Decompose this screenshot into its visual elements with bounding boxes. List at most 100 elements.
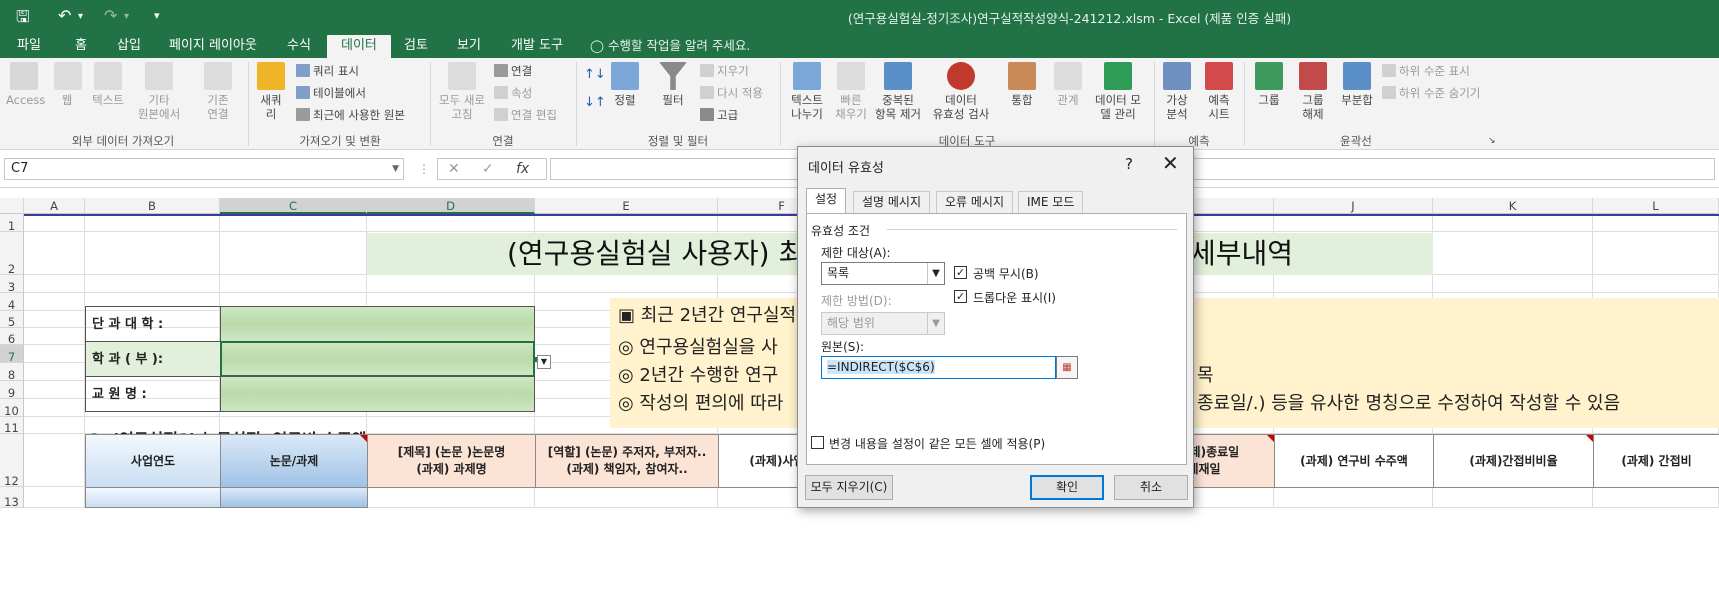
grid-cell[interactable] [220,214,367,232]
column-header[interactable]: J [1274,198,1433,214]
clear-filter-button[interactable]: 지우기 [700,64,749,78]
new-query-button[interactable]: 새쿼 리 [254,62,288,121]
column-header[interactable]: C [220,198,367,214]
allow-select[interactable]: 목록 ▼ [821,262,945,285]
properties-button[interactable]: 속성 [494,86,532,100]
grid-cell[interactable] [24,381,85,399]
existing-connections-button[interactable]: 기존 연결 [198,62,238,121]
source-input[interactable]: =INDIRECT($C$6) [821,356,1056,379]
grid-cell[interactable] [85,214,220,232]
tell-me-box[interactable]: ◯ 수행할 작업을 알려 주세요. [590,35,750,56]
grid-cell[interactable] [24,434,85,487]
cancel-button[interactable]: 취소 [1114,475,1188,500]
select-all-corner[interactable] [0,198,24,214]
grid-cell[interactable] [535,214,718,232]
remove-duplicates-button[interactable]: 중복된 항목 제거 [872,62,924,121]
grid-cell[interactable] [24,311,85,328]
group-button[interactable]: 그룹 [1252,62,1286,107]
row-header[interactable]: 6 [0,328,24,346]
from-table-button[interactable]: 테이블에서 [296,86,366,100]
column-header[interactable]: D [367,198,535,214]
show-queries-button[interactable]: 쿼리 표시 [296,64,359,78]
grid-cell[interactable] [85,275,220,293]
ok-button[interactable]: 확인 [1030,475,1104,500]
grid-cell[interactable] [1593,487,1719,508]
data-validation-button[interactable]: 데이터 유효성 검사 [926,62,996,121]
reapply-button[interactable]: 다시 적용 [700,86,763,100]
grid-cell[interactable] [24,328,85,345]
refresh-all-button[interactable]: 모두 새로 고침 [436,62,488,121]
manage-data-model-button[interactable]: 데이터 모델 관리 [1090,62,1146,121]
text-to-columns-button[interactable]: 텍스트 나누기 [786,62,828,121]
row-header[interactable]: 12 [0,434,24,488]
name-box[interactable]: C7 ▼ [4,158,404,180]
clear-all-button[interactable]: 모두 지우기(C) [805,475,893,500]
grid-cell[interactable] [1274,275,1433,293]
tab-page-layout[interactable]: 페이지 레이아웃 [160,35,266,58]
row-header[interactable]: 3 [0,275,24,294]
grid-cell[interactable] [220,232,367,275]
grid-cell[interactable] [220,275,367,293]
access-button[interactable]: Access [6,62,45,107]
what-if-analysis-button[interactable]: 가상 분석 [1160,62,1194,121]
close-icon[interactable]: ✕ [1162,151,1179,175]
ungroup-button[interactable]: 그룹 해제 [1296,62,1330,121]
row-header[interactable]: 10 [0,399,24,418]
connections-button[interactable]: 연결 [494,64,532,78]
column-header[interactable]: L [1593,198,1719,214]
hide-detail-button[interactable]: 하위 수준 숨기기 [1382,86,1480,100]
dropdown-checkbox[interactable]: ✓ [954,290,967,303]
grid-cell[interactable] [24,399,85,417]
forecast-sheet-button[interactable]: 예측 시트 [1202,62,1236,121]
column-header[interactable]: B [85,198,220,214]
dialog-launcher-icon[interactable]: ↘ [1488,134,1496,148]
sort-button[interactable]: 정렬 [608,62,642,107]
tab-settings[interactable]: 설정 [806,188,847,214]
grid-cell[interactable] [24,417,85,434]
table-header[interactable]: (과제) 간접비 [1593,434,1719,488]
apply-all-checkbox[interactable] [811,436,824,449]
tab-error-alert[interactable]: 오류 메시지 [936,191,1014,213]
table-row[interactable] [220,487,368,508]
tab-insert[interactable]: 삽입 [108,35,150,58]
tab-view[interactable]: 보기 [448,35,490,58]
other-sources-button[interactable]: 기타 원본에서 [134,62,184,121]
consolidate-button[interactable]: 통합 [1004,62,1040,107]
grid-cell[interactable] [1433,232,1593,275]
grid-cell[interactable] [24,345,85,363]
row-header[interactable]: 1 [0,214,24,233]
row-header[interactable]: 9 [0,381,24,400]
text-button[interactable]: 텍스트 [88,62,128,107]
grid-cell[interactable] [1593,232,1719,275]
show-detail-button[interactable]: 하위 수준 표시 [1382,64,1470,78]
tab-review[interactable]: 검토 [395,35,437,58]
row-header[interactable]: 11 [0,417,24,435]
tab-data[interactable]: 데이터 [327,35,391,58]
department-cell-selected[interactable] [220,341,535,377]
tab-developer[interactable]: 개발 도구 [502,35,572,58]
edit-links-button[interactable]: 연결 편집 [494,108,557,122]
table-header[interactable]: 논문/과제 [220,434,368,488]
grid-cell[interactable] [24,214,85,232]
column-header[interactable]: K [1433,198,1593,214]
grid-cell[interactable] [535,487,718,508]
sort-descending-icon[interactable]: ↓↑ [584,96,606,110]
row-header[interactable]: 13 [0,487,24,509]
filter-button[interactable]: 필터 [656,62,690,107]
grid-cell[interactable] [24,363,85,381]
tab-ime-mode[interactable]: IME 모드 [1018,191,1084,213]
table-header[interactable]: [제목] (논문 )논문명 (과제) 과제명 [367,434,536,488]
tab-input-message[interactable]: 설명 메시지 [853,191,931,213]
grid-cell[interactable] [85,232,220,275]
grid-cell[interactable] [1433,487,1593,508]
grid-cell[interactable] [1433,275,1593,293]
tab-home[interactable]: 홈 [66,35,96,58]
relationships-button[interactable]: 관계 [1050,62,1086,107]
grid-cell[interactable] [1433,214,1593,232]
range-select-icon[interactable]: ▦ [1056,356,1078,379]
row-header[interactable]: 8 [0,363,24,382]
web-button[interactable]: 웹 [54,62,82,107]
grid-cell[interactable] [24,293,85,311]
ignore-blank-checkbox[interactable]: ✓ [954,266,967,279]
table-header[interactable]: [역할] (논문) 주저자, 부저자.. (과제) 책임자, 참여자.. [535,434,719,488]
